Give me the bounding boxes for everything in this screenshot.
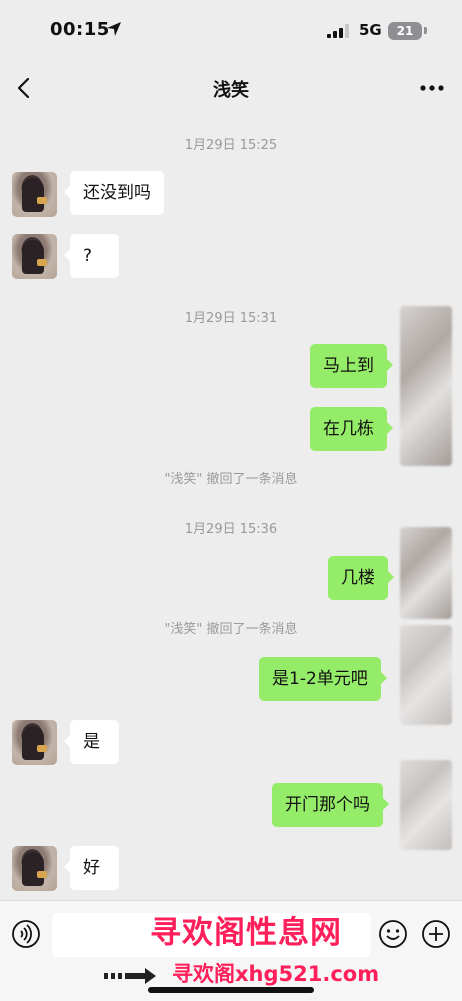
battery-icon: 21	[388, 22, 422, 40]
location-arrow-icon	[107, 22, 121, 36]
message-bubble[interactable]: 在几栋	[310, 407, 393, 451]
own-avatar-obscured	[400, 760, 452, 850]
message-bubble[interactable]: 好	[64, 846, 119, 890]
watermark-title: 寻欢阁性息网	[150, 915, 342, 951]
emoji-icon[interactable]	[378, 919, 408, 949]
status-bar: 00:15 5G 21	[0, 0, 462, 60]
arrow-right-icon	[104, 968, 156, 984]
avatar[interactable]	[12, 172, 57, 217]
watermark-url: 寻欢阁xhg521.com	[172, 962, 380, 986]
message-bubble[interactable]: ?	[64, 234, 119, 278]
own-avatar-obscured	[400, 625, 452, 725]
avatar[interactable]	[12, 846, 57, 891]
battery-cap	[424, 27, 427, 34]
timestamp: 1月29日 15:31	[184, 311, 278, 326]
timestamp: 1月29日 15:36	[184, 522, 278, 537]
network-label: 5G	[359, 21, 382, 39]
signal-icon	[327, 24, 349, 38]
status-time: 00:15	[50, 19, 110, 40]
avatar[interactable]	[12, 234, 57, 279]
message-bubble[interactable]: 是	[64, 720, 119, 764]
timestamp: 1月29日 15:25	[184, 138, 278, 153]
message-bubble[interactable]: 是1-2单元吧	[259, 657, 387, 701]
message-bubble[interactable]: 几楼	[328, 556, 394, 600]
ellipsis-icon[interactable]	[418, 78, 446, 98]
own-avatar-obscured	[400, 527, 452, 619]
voice-icon[interactable]	[11, 919, 41, 949]
recall-notice: "浅笑" 撤回了一条消息	[164, 622, 298, 637]
nav-bar: 浅笑	[0, 60, 462, 116]
home-indicator	[148, 987, 314, 993]
chat-title: 浅笑	[213, 80, 249, 101]
recall-notice: "浅笑" 撤回了一条消息	[164, 472, 298, 487]
message-bubble[interactable]: 开门那个吗	[272, 783, 389, 827]
plus-circle-icon[interactable]	[421, 919, 451, 949]
message-bubble[interactable]: 还没到吗	[64, 171, 164, 215]
message-bubble[interactable]: 马上到	[310, 344, 393, 388]
own-avatar-obscured	[400, 306, 452, 466]
avatar[interactable]	[12, 720, 57, 765]
